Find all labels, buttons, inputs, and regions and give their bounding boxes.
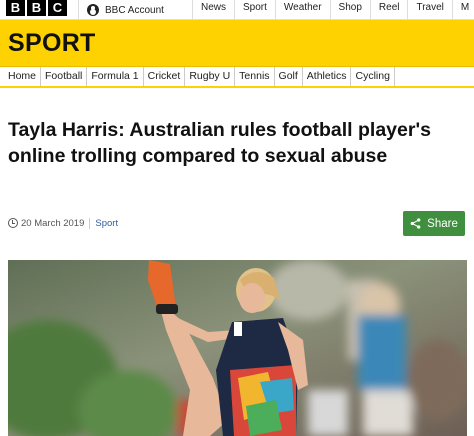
global-nav-weather[interactable]: Weather (274, 0, 330, 20)
global-nav-sport[interactable]: Sport (234, 0, 275, 20)
bbc-logo[interactable]: B B C (6, 0, 67, 16)
global-nav-news[interactable]: News (192, 0, 234, 20)
global-nav-reel[interactable]: Reel (369, 0, 408, 20)
person-icon (87, 4, 99, 16)
share-icon (410, 218, 421, 229)
article-meta: 20 March 2019 Sport (8, 216, 118, 230)
sport-nav-cricket[interactable]: Cricket (144, 67, 186, 86)
section-title[interactable]: SPORT (8, 29, 96, 58)
sport-nav-formula1[interactable]: Formula 1 (87, 67, 144, 86)
article-image (8, 260, 467, 436)
sport-nav-golf[interactable]: Golf (275, 67, 303, 86)
sport-nav-athletics[interactable]: Athletics (303, 67, 352, 86)
article-date: 20 March 2019 (21, 217, 85, 229)
article-category-link[interactable]: Sport (95, 218, 118, 229)
sport-banner: SPORT (0, 20, 474, 67)
account-label: BBC Account (105, 4, 164, 16)
sport-nav-rugby-union[interactable]: Rugby U (185, 67, 236, 86)
article-headline: Tayla Harris: Australian rules football … (8, 119, 431, 167)
global-nav-travel[interactable]: Travel (407, 0, 451, 20)
global-nav: News Sport Weather Shop Reel Travel M (192, 0, 474, 20)
sport-nav-football[interactable]: Football (41, 67, 88, 86)
logo-letter: B (6, 0, 25, 16)
account-link[interactable]: BBC Account (78, 0, 164, 20)
global-nav-shop[interactable]: Shop (329, 0, 370, 20)
global-nav-more[interactable]: M (451, 0, 474, 20)
global-header: B B C BBC Account News Sport Weather Sho… (0, 0, 474, 20)
kicking-player-photo (8, 260, 467, 436)
sport-nav: Home Football Formula 1 Cricket Rugby U … (0, 67, 474, 88)
share-label: Share (427, 217, 458, 230)
sport-nav-home[interactable]: Home (0, 67, 42, 86)
share-button[interactable]: Share (403, 211, 465, 236)
logo-letter: B (27, 0, 46, 16)
sport-nav-cycling[interactable]: Cycling (351, 67, 395, 86)
clock-icon (8, 218, 18, 228)
logo-letter: C (48, 0, 67, 16)
meta-divider (89, 217, 91, 229)
sport-nav-tennis[interactable]: Tennis (235, 67, 275, 86)
